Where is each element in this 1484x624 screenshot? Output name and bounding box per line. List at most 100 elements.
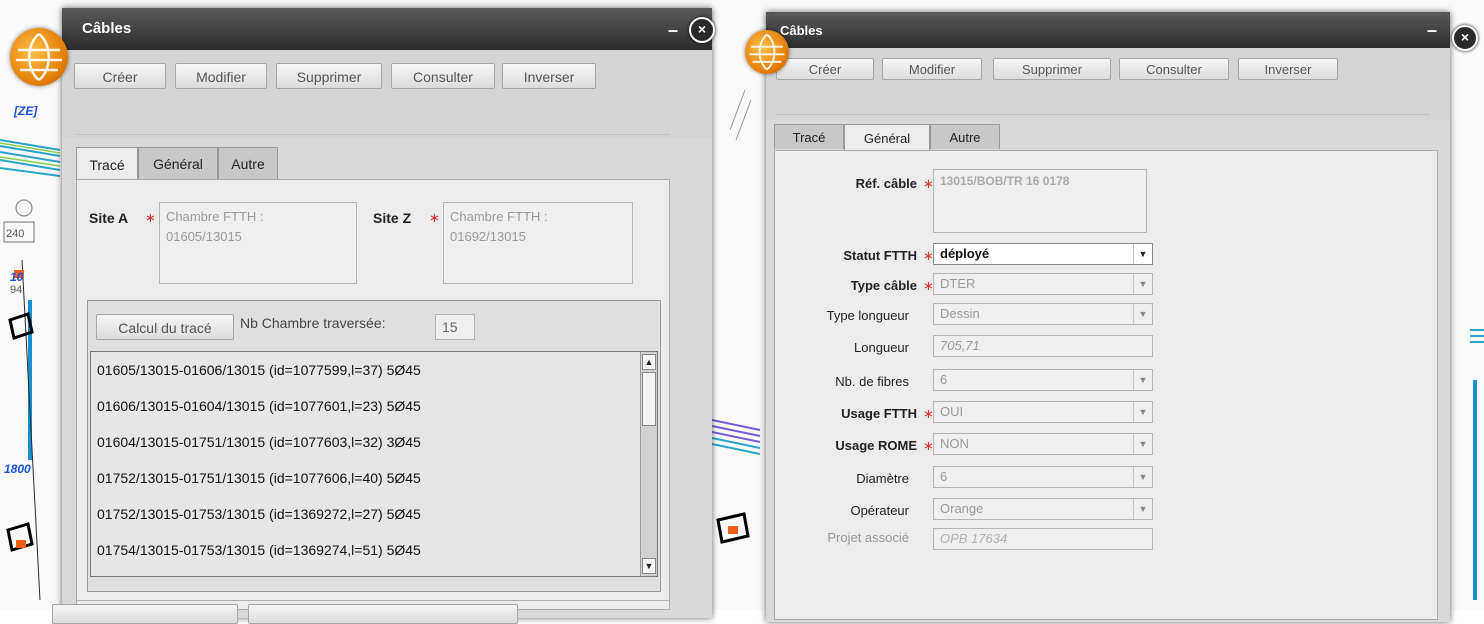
view-button[interactable]: Consulter (1119, 58, 1229, 80)
tab-other[interactable]: Autre (930, 124, 1000, 149)
tab-general[interactable]: Général (138, 147, 218, 179)
minimize-button[interactable]: – (1427, 20, 1437, 41)
type-longueur-label: Type longueur (826, 308, 909, 323)
window-title: Câbles (82, 20, 132, 37)
map-label: 94 (10, 284, 23, 296)
list-item[interactable]: 01752/13015-01751/13015 (id=1077606,l=40… (97, 470, 421, 486)
type-longueur-select[interactable]: Dessin ▼ (933, 303, 1153, 325)
delete-button[interactable]: Supprimer (276, 63, 382, 89)
chevron-down-icon[interactable]: ▼ (1133, 304, 1152, 324)
scroll-thumb[interactable] (642, 372, 656, 426)
window-titlebar[interactable]: Câbles – (62, 8, 712, 50)
window-titlebar[interactable]: Câbles – (766, 12, 1450, 48)
close-icon[interactable]: × (689, 17, 715, 43)
tab-trace[interactable]: Tracé (774, 124, 844, 149)
longueur-field[interactable]: 705,71 (933, 335, 1153, 357)
map-label: 240 (6, 228, 25, 240)
type-cable-select[interactable]: DTER ▼ (933, 273, 1153, 295)
ref-cable-field[interactable]: 13015/BOB/TR 16 0178 (933, 169, 1147, 233)
modify-button[interactable]: Modifier (175, 63, 267, 89)
divider (77, 600, 669, 601)
scroll-up-icon[interactable]: ▲ (642, 354, 656, 370)
longueur-value: 705,71 (940, 338, 980, 353)
diametre-select[interactable]: 6 ▼ (933, 466, 1153, 488)
usage-ftth-select[interactable]: OUI ▼ (933, 401, 1153, 423)
modify-button[interactable]: Modifier (882, 58, 982, 80)
toolbar: Créer Modifier Supprimer Consulter Inver… (766, 48, 1450, 120)
tab-other[interactable]: Autre (218, 147, 278, 179)
chevron-down-icon[interactable]: ▼ (1133, 370, 1152, 390)
diametre-label: Diamètre (856, 471, 909, 486)
globe-logo-icon (10, 28, 68, 86)
site-a-field[interactable]: Chambre FTTH : 01605/13015 (159, 202, 357, 284)
globe-logo-icon (745, 30, 789, 74)
toolbar: Créer Modifier Supprimer Consulter Inver… (62, 50, 712, 138)
operateur-value: Orange (940, 501, 984, 516)
calculate-route-button[interactable]: Calcul du tracé (96, 314, 234, 340)
usage-ftth-value: OUI (940, 404, 964, 419)
longueur-label: Longueur (854, 340, 909, 355)
tab-content-general: Réf. câble ∗ 13015/BOB/TR 16 0178 Statut… (774, 150, 1438, 620)
scrollbar[interactable]: ▲ ▼ (640, 352, 657, 576)
list-item[interactable]: 01606/13015-01604/13015 (id=1077601,l=23… (97, 398, 421, 414)
view-button[interactable]: Consulter (391, 63, 495, 89)
map-label: [ZE] (14, 104, 38, 118)
divider (76, 134, 670, 135)
nb-fibres-label: Nb. de fibres (835, 374, 909, 389)
required-marker: ∗ (429, 210, 440, 225)
cables-window-general: Câbles – Créer Modifier Supprimer Consul… (766, 12, 1450, 622)
route-count-label: Nb Chambre traversée: (240, 315, 386, 331)
chevron-down-icon[interactable]: ▼ (1133, 467, 1152, 487)
chevron-down-icon[interactable]: ▼ (1133, 434, 1152, 454)
tab-content-trace: Site A ∗ Chambre FTTH : 01605/13015 Site… (76, 179, 670, 610)
projet-associe-value: OPB 17634 (940, 531, 1008, 546)
usage-rome-label: Usage ROME (835, 438, 917, 453)
create-button[interactable]: Créer (74, 63, 166, 89)
usage-rome-value: NON (940, 436, 969, 451)
reverse-button[interactable]: Inverser (502, 63, 596, 89)
divider (776, 114, 1430, 115)
required-marker: ∗ (145, 210, 156, 225)
projet-associe-field[interactable]: OPB 17634 (933, 528, 1153, 550)
list-item[interactable]: 01605/13015-01606/13015 (id=1077599,l=37… (97, 362, 421, 378)
route-group: Calcul du tracé Nb Chambre traversée: 15… (87, 300, 661, 592)
site-z-field[interactable]: Chambre FTTH : 01692/13015 (443, 202, 633, 284)
nb-fibres-select[interactable]: 6 ▼ (933, 369, 1153, 391)
statut-ftth-select[interactable]: déployé ▼ (933, 243, 1153, 265)
usage-ftth-label: Usage FTTH (841, 406, 917, 421)
delete-button[interactable]: Supprimer (993, 58, 1111, 80)
list-item[interactable]: 01604/13015-01751/13015 (id=1077603,l=32… (97, 434, 421, 450)
usage-rome-select[interactable]: NON ▼ (933, 433, 1153, 455)
list-item[interactable]: 01754/13015-01753/13015 (id=1369274,l=51… (97, 542, 421, 558)
chevron-down-icon[interactable]: ▼ (1133, 274, 1152, 294)
chevron-down-icon[interactable]: ▼ (1133, 402, 1152, 422)
operateur-label: Opérateur (850, 503, 909, 518)
site-z-label: Site Z (373, 210, 412, 226)
ref-cable-label: Réf. câble (855, 176, 917, 191)
tab-general[interactable]: Général (844, 124, 930, 151)
route-count-field[interactable]: 15 (435, 314, 475, 340)
statut-ftth-label: Statut FTTH (843, 248, 917, 263)
map-label: 1800 (4, 462, 31, 476)
route-list[interactable]: 01605/13015-01606/13015 (id=1077599,l=37… (90, 351, 658, 577)
bottom-button[interactable] (52, 604, 238, 624)
type-longueur-value: Dessin (940, 306, 980, 321)
chevron-down-icon[interactable]: ▼ (1133, 244, 1152, 264)
tab-trace[interactable]: Tracé (76, 147, 138, 180)
list-item[interactable]: 01752/13015-01753/13015 (id=1369272,l=27… (97, 506, 421, 522)
create-button[interactable]: Créer (776, 58, 874, 80)
reverse-button[interactable]: Inverser (1238, 58, 1338, 80)
site-a-label: Site A (89, 210, 129, 226)
chevron-down-icon[interactable]: ▼ (1133, 499, 1152, 519)
operateur-select[interactable]: Orange ▼ (933, 498, 1153, 520)
type-cable-label: Type câble (850, 278, 917, 293)
bottom-button[interactable] (248, 604, 518, 624)
minimize-button[interactable]: – (668, 20, 678, 41)
scroll-down-icon[interactable]: ▼ (642, 558, 656, 574)
type-cable-value: DTER (940, 276, 976, 291)
cables-window-trace: Câbles – Créer Modifier Supprimer Consul… (52, 8, 712, 624)
close-icon[interactable]: × (1452, 25, 1478, 51)
projet-associe-label: Projet associé (827, 530, 909, 545)
map-label: 10 (10, 270, 24, 284)
diametre-value: 6 (940, 469, 948, 484)
